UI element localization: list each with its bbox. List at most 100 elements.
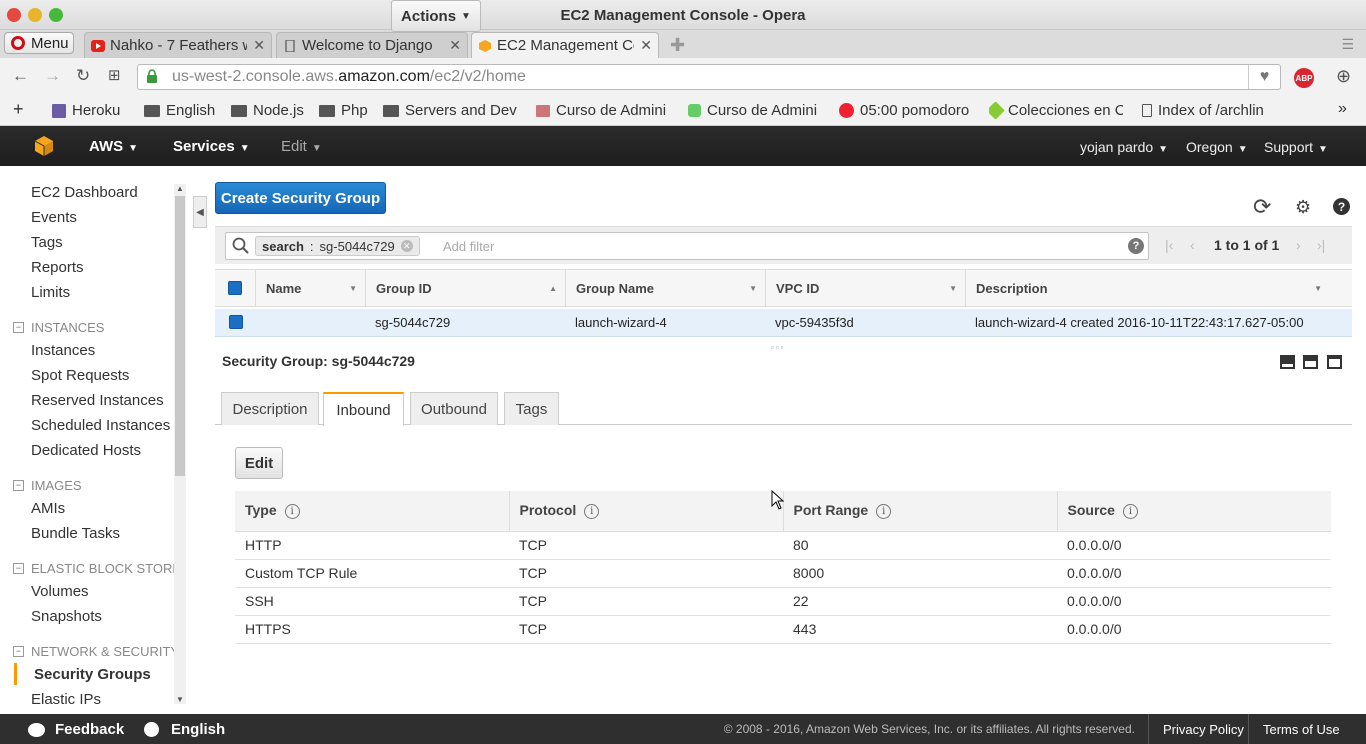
- collapse-sidebar-chevron-icon[interactable]: ◀: [193, 196, 207, 228]
- sidebar-section-images[interactable]: − IMAGES: [13, 478, 82, 493]
- sidebar-section-ebs[interactable]: − ELASTIC BLOCK STORE: [13, 561, 181, 576]
- info-icon[interactable]: i: [284, 504, 300, 520]
- tab-menu-icon[interactable]: ☰: [1341, 36, 1354, 53]
- sidebar-item-ec2-dashboard[interactable]: EC2 Dashboard: [31, 184, 138, 201]
- scrollbar-thumb[interactable]: [175, 196, 185, 476]
- bookmark-folder-english[interactable]: English: [144, 102, 215, 119]
- resize-grip-icon[interactable]: ▫▫▫: [771, 343, 786, 352]
- create-security-group-button[interactable]: Create Security Group: [215, 182, 386, 214]
- sidebar-item-security-groups[interactable]: Security Groups: [34, 666, 151, 683]
- bookmark-folder-nodejs[interactable]: Node.js: [231, 102, 304, 119]
- select-all-checkbox[interactable]: [228, 281, 242, 295]
- sidebar-item-instances[interactable]: Instances: [31, 342, 95, 359]
- info-icon[interactable]: i: [876, 504, 892, 520]
- gear-icon[interactable]: ⚙: [1295, 197, 1311, 218]
- last-page-icon[interactable]: ›|: [1317, 237, 1325, 253]
- layout-full-pane-icon[interactable]: [1327, 355, 1342, 369]
- layout-bottom-pane-icon[interactable]: [1280, 355, 1295, 369]
- region-menu[interactable]: Oregon ▼: [1186, 139, 1248, 155]
- bookmark-pomodoro[interactable]: 05:00 pomodoro: [839, 102, 969, 119]
- next-page-icon[interactable]: ›: [1296, 237, 1301, 253]
- close-tab-icon[interactable]: ✕: [449, 37, 461, 54]
- download-icon[interactable]: ⊕: [1336, 66, 1351, 87]
- bookmark-heroku[interactable]: Heroku: [52, 102, 120, 119]
- new-tab-plus-icon[interactable]: ✚: [670, 35, 685, 56]
- prev-page-icon[interactable]: ‹: [1190, 237, 1195, 253]
- tab-tags[interactable]: Tags: [504, 392, 559, 425]
- terms-of-use-link[interactable]: Terms of Use: [1248, 714, 1354, 744]
- refresh-icon[interactable]: ⟳: [1253, 194, 1271, 220]
- tab-ec2-console[interactable]: EC2 Management Co ✕: [471, 32, 659, 58]
- layout-split-pane-icon[interactable]: [1303, 355, 1318, 369]
- column-header-name[interactable]: Name ▼: [255, 270, 365, 306]
- sidebar-item-reports[interactable]: Reports: [31, 259, 84, 276]
- sidebar-item-scheduled-instances[interactable]: Scheduled Instances: [31, 417, 170, 434]
- sidebar-item-tags[interactable]: Tags: [31, 234, 63, 251]
- adblock-plus-icon[interactable]: ABP: [1294, 68, 1314, 88]
- column-header-description[interactable]: Description ▼: [965, 270, 1330, 306]
- table-row[interactable]: sg-5044c729 launch-wizard-4 vpc-59435f3d…: [215, 309, 1352, 337]
- bookmark-archlinux[interactable]: Index of /archlin: [1142, 102, 1274, 119]
- sidebar-item-amis[interactable]: AMIs: [31, 500, 65, 517]
- opera-menu-button[interactable]: Menu: [4, 32, 74, 54]
- first-page-icon[interactable]: |‹: [1165, 237, 1173, 253]
- sidebar-item-volumes[interactable]: Volumes: [31, 583, 89, 600]
- close-tab-icon[interactable]: ✕: [640, 37, 652, 54]
- bookmark-curso-2[interactable]: Curso de Admini: [688, 102, 822, 119]
- reload-icon[interactable]: ↻: [76, 66, 90, 86]
- services-menu[interactable]: Services ▼: [173, 138, 250, 155]
- aws-logo-icon[interactable]: [34, 136, 54, 156]
- filter-input[interactable]: search: sg-5044c729 ✕ Add filter ?: [225, 232, 1149, 260]
- sidebar-item-limits[interactable]: Limits: [31, 284, 70, 301]
- sidebar-section-instances[interactable]: − INSTANCES: [13, 320, 104, 335]
- address-field[interactable]: us-west-2.console.aws.amazon.com/ec2/v2/…: [137, 64, 1281, 90]
- tab-description[interactable]: Description: [221, 392, 319, 425]
- column-header-vpc-id[interactable]: VPC ID ▼: [765, 270, 965, 306]
- feedback-link[interactable]: Feedback: [28, 721, 124, 738]
- bookmark-folder-php[interactable]: Php: [319, 102, 368, 119]
- sidebar-item-dedicated-hosts[interactable]: Dedicated Hosts: [31, 442, 141, 459]
- aws-menu[interactable]: AWS ▼: [89, 138, 138, 155]
- tab-django[interactable]: Welcome to Django ✕: [276, 32, 468, 58]
- cell-group-id: sg-5044c729: [375, 315, 451, 330]
- sidebar-item-snapshots[interactable]: Snapshots: [31, 608, 102, 625]
- actions-button[interactable]: Actions ▼: [391, 0, 481, 32]
- bookmark-curso-1[interactable]: Curso de Admini: [536, 102, 670, 119]
- edit-menu[interactable]: Edit ▼: [281, 138, 322, 155]
- close-tab-icon[interactable]: ✕: [253, 37, 265, 54]
- remove-filter-icon[interactable]: ✕: [400, 240, 413, 252]
- window-titlebar: EC2 Management Console - Opera: [0, 0, 1366, 30]
- sidebar-item-events[interactable]: Events: [31, 209, 77, 226]
- sidebar-item-spot-requests[interactable]: Spot Requests: [31, 367, 129, 384]
- sidebar-item-elastic-ips[interactable]: Elastic IPs: [31, 691, 101, 708]
- sidebar-scrollbar[interactable]: ▲ ▼: [174, 184, 186, 704]
- speed-dial-grid-icon[interactable]: ⊞: [108, 66, 121, 84]
- tab-outbound[interactable]: Outbound: [410, 392, 498, 425]
- privacy-policy-link[interactable]: Privacy Policy: [1148, 714, 1258, 744]
- sidebar-item-bundle-tasks[interactable]: Bundle Tasks: [31, 525, 120, 542]
- info-icon[interactable]: i: [1122, 504, 1138, 520]
- sidebar-item-reserved-instances[interactable]: Reserved Instances: [31, 392, 164, 409]
- sidebar-section-network-security[interactable]: − NETWORK & SECURITY: [13, 644, 179, 659]
- user-menu[interactable]: yojan pardo ▼: [1080, 139, 1168, 155]
- help-icon[interactable]: ?: [1333, 198, 1350, 215]
- column-header-group-name[interactable]: Group Name ▼: [565, 270, 765, 306]
- tab-inbound[interactable]: Inbound: [323, 392, 404, 426]
- info-icon[interactable]: i: [584, 504, 600, 520]
- bookmark-colecciones[interactable]: Colecciones en C: [989, 102, 1123, 119]
- bookmark-folder-servers[interactable]: Servers and Dev: [383, 102, 519, 119]
- forward-arrow-icon[interactable]: →: [44, 66, 61, 86]
- filter-chip[interactable]: search: sg-5044c729 ✕: [255, 236, 420, 256]
- column-header-group-id[interactable]: Group ID ▲: [365, 270, 565, 306]
- language-selector[interactable]: English: [144, 721, 225, 738]
- heart-icon[interactable]: ♥: [1248, 65, 1280, 89]
- add-bookmark-plus-icon[interactable]: +: [13, 99, 24, 120]
- cell-vpc-id: vpc-59435f3d: [775, 315, 854, 330]
- edit-rules-button[interactable]: Edit: [235, 447, 283, 479]
- support-menu[interactable]: Support ▼: [1264, 139, 1328, 155]
- filter-help-icon[interactable]: ?: [1128, 238, 1144, 254]
- back-arrow-icon[interactable]: ←: [12, 66, 29, 86]
- bookmarks-overflow-chevron-icon[interactable]: »: [1338, 100, 1347, 118]
- tab-nahko[interactable]: Nahko - 7 Feathers w ✕: [84, 32, 272, 58]
- row-checkbox[interactable]: [229, 315, 243, 329]
